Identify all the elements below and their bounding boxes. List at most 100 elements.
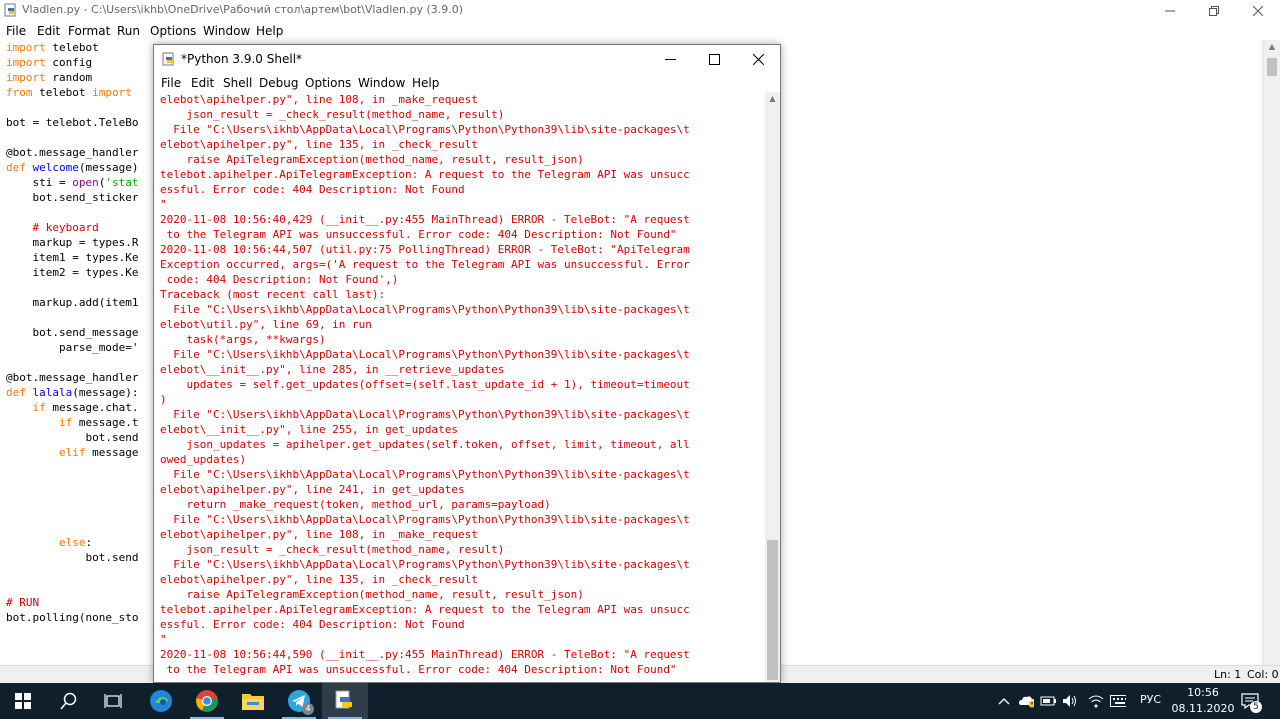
editor-menu-options[interactable]: Options	[150, 24, 196, 38]
editor-menu-run[interactable]: Run	[117, 24, 140, 38]
shell-menu-edit[interactable]: Edit	[191, 76, 214, 90]
editor-titlebar[interactable]: Vladlen.py - C:\Users\ikhb\OneDrive\Рабо…	[0, 0, 1280, 21]
code-token: bot.polling(none_sto	[6, 611, 139, 624]
code-token: config	[45, 56, 93, 69]
code-token: bot.send	[6, 431, 139, 444]
close-icon	[1253, 5, 1263, 16]
code-token: item1 = types.Ke	[6, 251, 139, 264]
editor-menu-window[interactable]: Window	[203, 24, 250, 38]
code-token: (message)	[78, 161, 139, 174]
edge-browser-icon	[150, 690, 172, 712]
shell-output-line: File "C:\Users\ikhb\AppData\Local\Progra…	[160, 558, 690, 571]
shell-maximize-button[interactable]	[692, 45, 736, 73]
taskbar-telegram[interactable]: 4	[276, 683, 322, 719]
shell-output-line: return _make_request(token, method_url, …	[160, 498, 551, 511]
code-line: bot.send_message	[6, 325, 138, 340]
shell-close-button[interactable]	[736, 45, 780, 73]
editor-minimize-button[interactable]	[1148, 0, 1192, 21]
editor-scroll-thumb[interactable]	[1267, 58, 1277, 76]
shell-output-line: telebot.apihelper.ApiTelegramException: …	[160, 168, 690, 181]
shell-menu-shell[interactable]: Shell	[223, 76, 252, 90]
minimize-icon	[664, 58, 676, 60]
code-token: markup = types.R	[6, 236, 139, 249]
shell-output-line: elebot\apihelper.py", line 108, in _make…	[160, 93, 478, 106]
shell-menu-options[interactable]: Options	[305, 76, 351, 90]
python-shell-icon	[162, 52, 174, 66]
code-token: telebot	[32, 86, 93, 99]
shell-minimize-button[interactable]	[648, 45, 692, 73]
code-line: # RUN	[6, 595, 39, 610]
code-token: bot = telebot.TeleBo	[6, 116, 139, 129]
shell-menu-debug[interactable]: Debug	[259, 76, 298, 90]
editor-restore-button[interactable]	[1192, 0, 1236, 21]
shell-vertical-scrollbar[interactable]: ▲	[765, 92, 780, 682]
shell-output-line: to the Telegram API was unsuccessful. Er…	[160, 228, 677, 241]
shell-titlebar[interactable]: *Python 3.9.0 Shell*	[154, 45, 780, 73]
shell-menu-help[interactable]: Help	[412, 76, 439, 90]
code-token: from	[6, 86, 33, 99]
shell-output-line: elebot\apihelper.py", line 108, in _make…	[160, 528, 478, 541]
start-button[interactable]	[0, 683, 46, 719]
shell-output-line: "	[160, 198, 167, 211]
input-language-indicator[interactable]: РУС	[1140, 693, 1161, 706]
shell-output-line: File "C:\Users\ikhb\AppData\Local\Progra…	[160, 468, 690, 481]
code-token: (message):	[72, 386, 139, 399]
code-token: import	[6, 71, 46, 84]
shell-menubar: File Edit Shell Debug Options Window Hel…	[154, 74, 780, 92]
scroll-up-arrow-icon[interactable]: ▲	[765, 94, 780, 103]
editor-menu-format[interactable]: Format	[68, 24, 110, 38]
code-token: markup.add(item1	[6, 296, 139, 309]
taskbar: 4 РУС 10:56 08.11.2020 5	[0, 683, 1280, 719]
shell-output-line: elebot\util.py", line 69, in run	[160, 318, 372, 331]
shell-output-line: essful. Error code: 404 Description: Not…	[160, 618, 465, 631]
code-token: bot.send	[6, 551, 139, 564]
search-button[interactable]	[46, 683, 92, 719]
task-view-button[interactable]	[90, 683, 136, 719]
code-token: welcome	[32, 161, 79, 174]
shell-menu-window[interactable]: Window	[358, 76, 405, 90]
editor-close-button[interactable]	[1236, 0, 1280, 21]
shell-output-area[interactable]: elebot\apihelper.py", line 108, in _make…	[154, 92, 765, 682]
onedrive-warning-icon[interactable]	[1018, 693, 1034, 709]
chrome-browser-icon	[196, 690, 218, 712]
shell-window-title: *Python 3.9.0 Shell*	[181, 52, 303, 66]
taskbar-edge[interactable]	[138, 683, 184, 719]
shell-output-line: File "C:\Users\ikhb\AppData\Local\Progra…	[160, 348, 690, 361]
code-token: # RUN	[6, 596, 40, 609]
editor-menu-help[interactable]: Help	[256, 24, 283, 38]
battery-icon[interactable]	[1040, 693, 1056, 709]
code-token: :	[85, 536, 93, 549]
taskbar-python-idle[interactable]	[322, 683, 368, 719]
code-line: parse_mode='	[6, 340, 138, 355]
show-hidden-icons-chevron-icon[interactable]	[996, 693, 1012, 709]
notification-center-button[interactable]: 5	[1240, 691, 1262, 713]
code-line: import config	[6, 55, 92, 70]
shell-output-line: raise ApiTelegramException(method_name, …	[160, 153, 584, 166]
editor-menu-file[interactable]: File	[6, 24, 26, 38]
editor-menu-edit[interactable]: Edit	[37, 24, 60, 38]
shell-output-line: 2020-11-08 10:56:44,507 (util.py:75 Poll…	[160, 243, 690, 256]
code-token: @bot.message_handler	[6, 371, 139, 384]
code-token: bot.send_message	[6, 326, 139, 339]
editor-vertical-scrollbar[interactable]: ▲	[1262, 40, 1280, 665]
code-line: # keyboard	[6, 220, 98, 235]
code-token: if	[58, 416, 73, 429]
code-line: from telebot import	[6, 85, 132, 100]
keyboard-icon[interactable]	[1110, 693, 1126, 709]
volume-icon[interactable]	[1062, 693, 1078, 709]
shell-scroll-thumb[interactable]	[767, 540, 778, 680]
taskbar-file-explorer[interactable]	[230, 683, 276, 719]
shell-output-line: updates = self.get_updates(offset=(self.…	[160, 378, 690, 391]
shell-menu-file[interactable]: File	[161, 76, 181, 90]
scroll-up-arrow-icon[interactable]: ▲	[1263, 42, 1280, 51]
network-wifi-icon[interactable]	[1088, 693, 1104, 709]
shell-output-line: raise ApiTelegramException(method_name, …	[160, 588, 584, 601]
shell-output-line: to the Telegram API was unsuccessful. Er…	[160, 663, 677, 676]
shell-output-line: code: 404 Description: Not Found',)	[160, 273, 399, 286]
shell-output-line: elebot\apihelper.py", line 241, in get_u…	[160, 483, 465, 496]
python-idle-icon	[335, 690, 352, 709]
taskbar-chrome[interactable]	[184, 683, 230, 719]
